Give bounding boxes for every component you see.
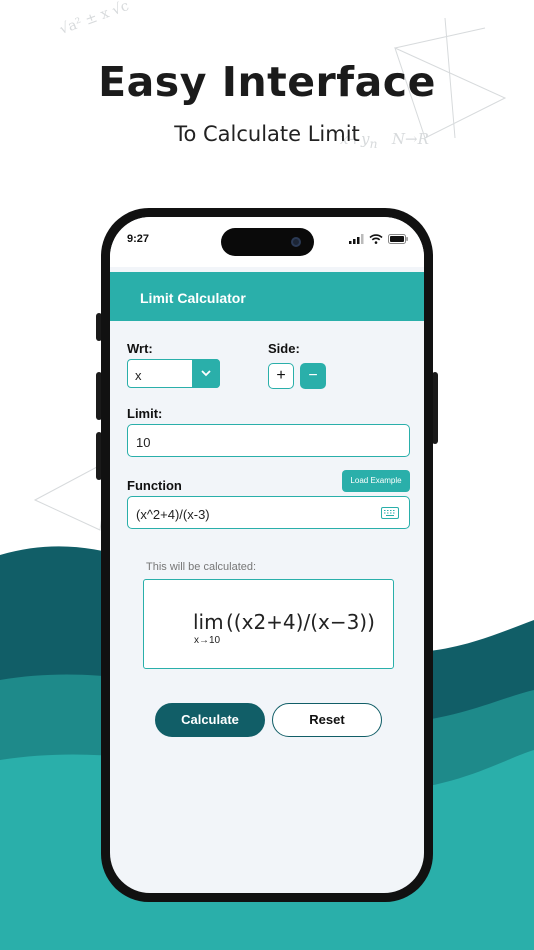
preview-expression: ((x2+4)/(x−3)): [226, 610, 375, 634]
promo-headline: Easy Interface: [98, 58, 436, 106]
limit-label: Limit:: [127, 406, 163, 421]
side-label: Side:: [268, 341, 300, 356]
status-time: 9:27: [127, 233, 150, 245]
app-bar: Limit Calculator: [110, 272, 424, 321]
load-example-button[interactable]: Load Example: [342, 470, 410, 492]
battery-icon: [388, 234, 408, 244]
calculate-button[interactable]: Calculate: [155, 703, 265, 737]
camera-icon: [291, 237, 301, 247]
wrt-dropdown-button[interactable]: [192, 359, 220, 388]
function-input-value: (x^2+4)/(x-3): [136, 507, 210, 522]
chevron-down-icon: [201, 370, 211, 377]
signal-icon: [349, 234, 364, 244]
preview-lim: lim: [193, 610, 224, 634]
phone-frame: 9:27 Limit Calculator Wrt: x Side: + − L…: [101, 208, 433, 902]
wrt-select[interactable]: x: [127, 359, 220, 388]
keyboard-icon[interactable]: [381, 507, 399, 519]
preview-note: This will be calculated:: [146, 561, 257, 573]
app-title: Limit Calculator: [140, 290, 246, 306]
side-plus-button[interactable]: +: [268, 363, 294, 389]
preview-approach: x→10: [194, 635, 221, 646]
dynamic-island: [221, 228, 314, 256]
wrt-label: Wrt:: [127, 341, 153, 356]
status-bar: 9:27: [110, 217, 424, 267]
reset-button[interactable]: Reset: [272, 703, 382, 737]
formula-preview: lim x→10 ((x2+4)/(x−3)): [143, 579, 394, 669]
function-label: Function: [127, 478, 182, 493]
phone-screen: 9:27 Limit Calculator Wrt: x Side: + − L…: [110, 217, 424, 893]
wrt-select-value: x: [135, 368, 142, 383]
limit-input[interactable]: 10: [127, 424, 410, 457]
promo-subheadline: To Calculate Limit: [174, 122, 360, 146]
limit-input-value: 10: [136, 435, 151, 450]
side-minus-button[interactable]: −: [300, 363, 326, 389]
status-icons: [349, 234, 408, 244]
function-input[interactable]: (x^2+4)/(x-3): [127, 496, 410, 529]
wifi-icon: [369, 234, 383, 244]
